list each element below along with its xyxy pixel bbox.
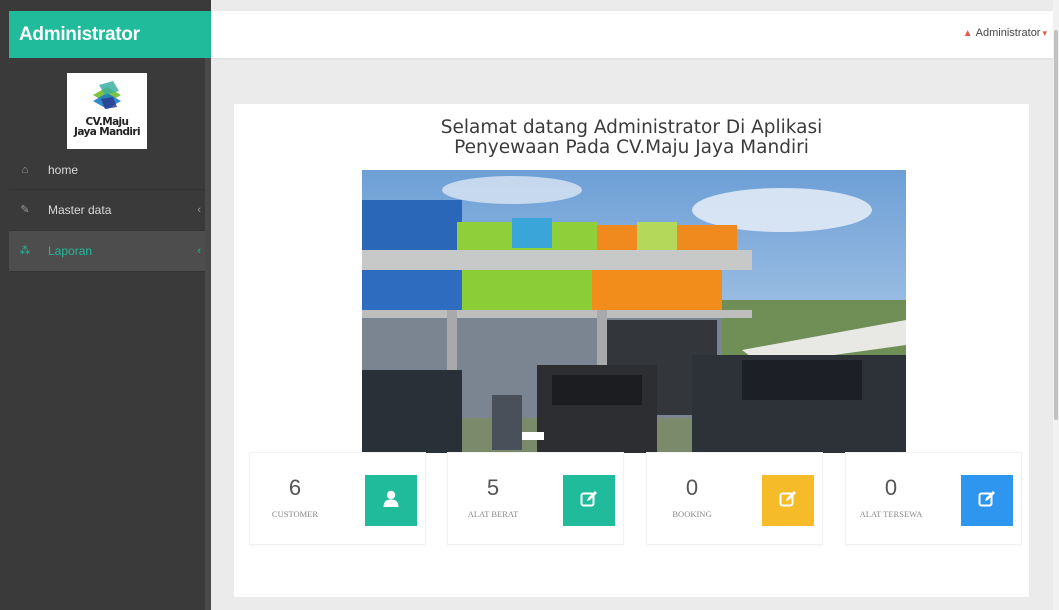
sidebar: Administrator CV.Maju Jaya Mandiri ⌂ hom… <box>0 0 211 610</box>
main-panel: Selamat datang Administrator Di Aplikasi… <box>234 104 1029 597</box>
sidebar-item-master-data[interactable]: ✎ Master data ‹ <box>9 190 205 231</box>
user-name: Administrator <box>975 27 1041 39</box>
sidebar-nav: ⌂ home ✎ Master data ‹ ⁂ Laporan ‹ <box>9 150 205 272</box>
sidebar-scrollbar[interactable] <box>205 58 211 610</box>
user-menu[interactable]: ▲ Administrator ▾ <box>963 11 1047 58</box>
sidebar-item-label: Master data <box>48 203 112 217</box>
user-icon[interactable] <box>365 475 417 526</box>
logo-text: CV.Maju Jaya Mandiri <box>67 117 147 138</box>
stat-card-booking[interactable]: 0 BOOKING <box>646 452 823 545</box>
company-building-photo <box>362 170 906 453</box>
edit-icon: ✎ <box>20 204 30 216</box>
chevron-left-icon: ‹ <box>197 245 201 257</box>
sitemap-icon: ⁂ <box>19 245 31 257</box>
stat-value: 0 <box>685 475 699 500</box>
welcome-heading: Selamat datang Administrator Di Aplikasi… <box>234 118 1029 158</box>
stat-value: 6 <box>288 475 302 500</box>
welcome-line-2: Penyewaan Pada CV.Maju Jaya Mandiri <box>454 137 809 158</box>
sidebar-item-label: Laporan <box>48 244 93 258</box>
brand-title[interactable]: Administrator <box>9 11 211 58</box>
edit-icon[interactable] <box>961 475 1013 526</box>
edit-icon[interactable] <box>762 475 814 526</box>
sidebar-item-laporan[interactable]: ⁂ Laporan ‹ <box>9 231 205 272</box>
stat-label: ALAT TERSEWA <box>859 509 923 519</box>
stat-label: CUSTOMER <box>271 509 319 519</box>
caret-down-icon: ▾ <box>1042 28 1047 38</box>
sidebar-item-home[interactable]: ⌂ home <box>9 150 205 190</box>
top-navbar: ▲ Administrator ▾ <box>211 11 1053 58</box>
stat-card-customer[interactable]: 6 CUSTOMER <box>249 452 426 545</box>
sidebar-item-label: home <box>48 163 79 177</box>
edit-icon[interactable] <box>563 475 615 526</box>
stat-value: 0 <box>884 475 898 500</box>
stat-label: BOOKING <box>672 509 712 519</box>
dashboard-icon: ⌂ <box>21 164 29 176</box>
stat-value: 5 <box>486 475 500 500</box>
stat-label: ALAT BERAT <box>467 509 519 519</box>
user-icon: ▲ <box>962 28 973 39</box>
welcome-line-1: Selamat datang Administrator Di Aplikasi <box>440 117 823 138</box>
stat-card-alat-tersewa[interactable]: 0 ALAT TERSEWA <box>845 452 1022 545</box>
stat-card-alat-berat[interactable]: 5 ALAT BERAT <box>447 452 624 545</box>
company-logo: CV.Maju Jaya Mandiri <box>67 73 147 149</box>
page-scrollbar-thumb[interactable] <box>1054 30 1058 420</box>
stats-row: 6 CUSTOMER 5 ALAT BERAT 0 BOOKING 0 ALAT… <box>249 452 1024 546</box>
chevron-left-icon: ‹ <box>197 204 201 216</box>
logo-mark-icon <box>93 81 121 109</box>
logo-line-2: Jaya Mandiri <box>74 126 141 138</box>
